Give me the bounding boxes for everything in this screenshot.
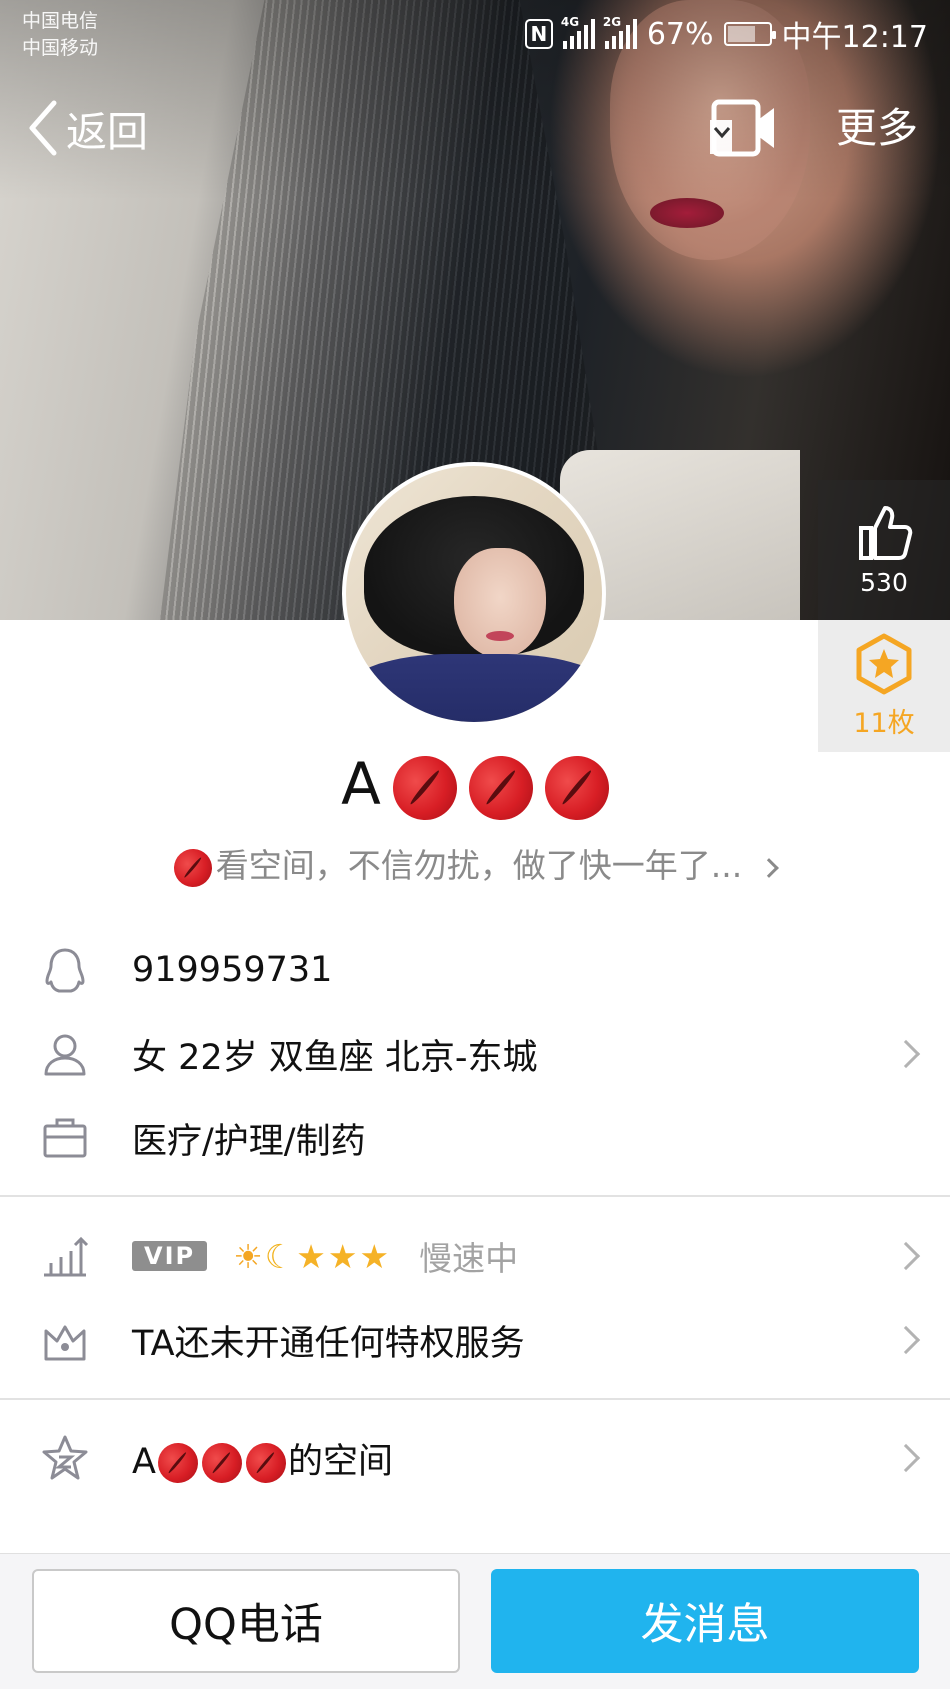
- thumbs-up-icon: [859, 505, 913, 560]
- nfc-icon: N: [524, 19, 553, 49]
- clock: 中午12:17: [781, 20, 928, 55]
- lips-emoji-icon: [384, 747, 466, 829]
- medal-star-icon: [856, 633, 912, 694]
- signal-4g-icon: 4G: [561, 15, 595, 49]
- back-arrow-icon: [29, 100, 57, 156]
- personal-info: 女 22岁 双鱼座 北京-东城: [132, 1037, 538, 1078]
- chevron-right-icon: [891, 1325, 921, 1355]
- chevron-right-icon: [891, 1039, 921, 1069]
- bottom-action-bar: QQ电话 发消息: [0, 1553, 950, 1689]
- profile-name: A: [0, 748, 950, 820]
- lips-emoji-icon: [196, 1437, 247, 1488]
- qq-call-button[interactable]: QQ电话: [32, 1569, 460, 1673]
- avatar[interactable]: [342, 462, 606, 726]
- carrier-labels: 中国电信 中国移动: [22, 8, 98, 62]
- chevron-right-icon: [759, 857, 780, 878]
- chevron-right-icon: [891, 1241, 921, 1271]
- level-status: 慢速中: [419, 1239, 519, 1278]
- level-row[interactable]: VIP ☀☾★★★ 慢速中: [0, 1214, 950, 1298]
- name-prefix: A: [341, 750, 381, 818]
- crown-icon: [44, 1325, 86, 1361]
- briefcase-icon: [43, 1118, 87, 1158]
- send-message-button[interactable]: 发消息: [491, 1569, 919, 1673]
- sun-icon: ☀: [233, 1236, 265, 1276]
- carrier-2: 中国移动: [22, 37, 99, 59]
- status-bar: 中国电信 中国移动 N 4G 2G 67% 中午12:17: [0, 0, 950, 70]
- qq-number-row: 919959731: [0, 928, 950, 1012]
- penguin-icon: [45, 948, 85, 993]
- star-icon: ★: [359, 1236, 392, 1276]
- vip-badge: VIP: [132, 1241, 208, 1271]
- divider: [0, 1195, 950, 1197]
- lips-emoji-icon: [536, 747, 618, 829]
- battery-icon: [723, 22, 776, 46]
- person-icon: [44, 1034, 86, 1076]
- lips-emoji-icon: [152, 1437, 203, 1488]
- occupation-row: 医疗/护理/制药: [0, 1096, 950, 1180]
- star-icon: ★: [327, 1236, 360, 1276]
- occupation: 医疗/护理/制药: [132, 1121, 366, 1162]
- qzone-row[interactable]: A 的空间: [0, 1416, 950, 1500]
- divider: [0, 1398, 950, 1400]
- moon-icon: ☾: [264, 1236, 297, 1276]
- chevron-right-icon: [891, 1443, 921, 1473]
- like-button[interactable]: 530: [818, 480, 950, 620]
- lips-emoji-icon: [240, 1437, 291, 1488]
- star-icon: ★: [296, 1236, 328, 1276]
- signal-2g-icon: 2G: [603, 15, 637, 49]
- more-button[interactable]: 更多: [836, 95, 918, 161]
- profile-screen: 中国电信 中国移动 N 4G 2G 67% 中午12:17 返回 更多 530 …: [0, 0, 950, 1689]
- privilege-text: TA还未开通任何特权服务: [132, 1323, 525, 1364]
- back-label: 返回: [66, 108, 148, 156]
- qq-number: 919959731: [132, 950, 333, 990]
- level-icons: ☀☾★★★: [233, 1237, 391, 1276]
- carrier-1: 中国电信: [22, 10, 99, 32]
- battery-percent: 67%: [646, 16, 714, 52]
- medal-button[interactable]: 11枚: [818, 620, 950, 752]
- level-chart-icon: [44, 1236, 89, 1277]
- lips-emoji-icon: [460, 747, 542, 829]
- qzone-label: A 的空间: [132, 1433, 393, 1484]
- lips-emoji-icon: [168, 843, 217, 892]
- back-button[interactable]: 返回: [26, 95, 148, 161]
- qzone-star-icon: [42, 1435, 88, 1480]
- like-count: 530: [860, 567, 908, 597]
- signature-link[interactable]: 看空间，不信勿扰，做了快一年了...: [0, 842, 950, 890]
- video-call-icon[interactable]: [710, 98, 778, 158]
- privilege-row[interactable]: TA还未开通任何特权服务: [0, 1298, 950, 1382]
- signature-text: 看空间，不信勿扰，做了快一年了...: [215, 846, 743, 885]
- personal-info-row[interactable]: 女 22岁 双鱼座 北京-东城: [0, 1012, 950, 1096]
- medal-count: 11枚: [853, 707, 915, 739]
